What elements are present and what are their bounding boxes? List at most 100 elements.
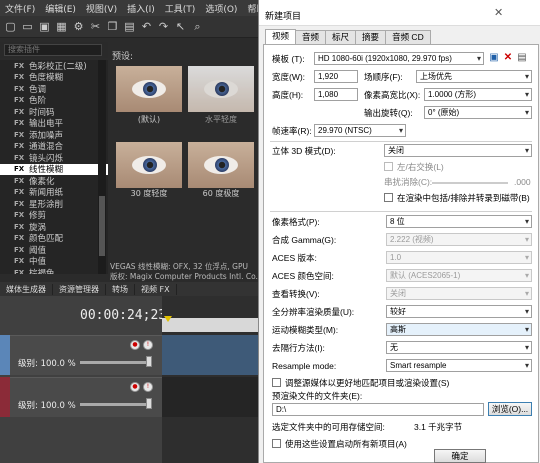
- tab-audio[interactable]: 音频: [295, 30, 327, 44]
- ok-button[interactable]: 确定: [434, 449, 486, 463]
- solo-icon[interactable]: !: [143, 340, 153, 350]
- plugin-search-input[interactable]: 搜索插件: [4, 44, 102, 56]
- save-icon[interactable]: ▣: [38, 20, 51, 33]
- track-level-knob[interactable]: [146, 356, 152, 367]
- track-level-slider[interactable]: [80, 361, 148, 364]
- video-track-lane[interactable]: [162, 377, 260, 417]
- preset-thumbnail[interactable]: [116, 142, 182, 188]
- height-input[interactable]: 1,080: [314, 88, 358, 101]
- fx-list-item[interactable]: FX 中值: [0, 256, 108, 267]
- preset-thumbnail[interactable]: [188, 66, 254, 112]
- frame-rate-select[interactable]: 29.970 (NTSC): [314, 124, 406, 137]
- preset-thumbnail[interactable]: [188, 142, 254, 188]
- fx-list-item[interactable]: FX 输出电平: [0, 118, 108, 129]
- pixel-format-select[interactable]: 8 位: [386, 215, 532, 228]
- open-folder-icon[interactable]: ▭: [21, 20, 34, 33]
- track-level-slider[interactable]: [80, 403, 148, 406]
- paste-icon[interactable]: ▤: [123, 20, 136, 33]
- match-media-icon[interactable]: ▤: [516, 52, 528, 64]
- view-transform-select[interactable]: 关闭: [386, 287, 532, 300]
- fx-list-item[interactable]: FX 时间码: [0, 106, 108, 118]
- tab-transitions[interactable]: 转场: [106, 283, 135, 295]
- delete-template-icon[interactable]: ✕: [502, 52, 514, 64]
- mute-icon[interactable]: ●: [130, 382, 140, 392]
- track-header[interactable]: ● ! 级别: 100.0 %: [10, 377, 162, 417]
- fx-list-item[interactable]: FX 颜色匹配: [0, 233, 108, 244]
- field-order-select[interactable]: 上场优先: [416, 70, 532, 83]
- tab-video[interactable]: 视频: [265, 29, 297, 44]
- stereo-3d-select[interactable]: 关闭: [384, 144, 532, 157]
- fx-list-item[interactable]: FX 色度模糊: [0, 72, 108, 83]
- cut-icon[interactable]: ✂: [89, 20, 102, 33]
- tab-ruler[interactable]: 标尺: [325, 30, 357, 44]
- track-header[interactable]: ● ! 级别: 100.0 %: [10, 335, 162, 375]
- fx-list-item[interactable]: FX 阈值: [0, 244, 108, 256]
- fx-list-item[interactable]: FX 色阶: [0, 95, 108, 106]
- menu-item[interactable]: 插入(I): [122, 2, 160, 15]
- fx-list-item[interactable]: FX 新闻用纸: [0, 187, 108, 198]
- fx-list-item[interactable]: FX 色彩校正(二级): [0, 60, 108, 72]
- timeline-ruler[interactable]: [162, 318, 260, 332]
- aces-color-space-select[interactable]: 默认 (ACES2065-1): [386, 269, 532, 282]
- resample-mode-select[interactable]: Smart resample: [386, 359, 532, 372]
- playhead-marker[interactable]: [164, 316, 172, 322]
- width-input[interactable]: 1,920: [314, 70, 358, 83]
- template-select[interactable]: HD 1080-60i (1920x1080, 29.970 fps): [314, 52, 484, 65]
- motion-blur-select[interactable]: 高斯: [386, 323, 532, 336]
- fx-list-item[interactable]: FX 修剪: [0, 210, 108, 221]
- copy-icon[interactable]: ❐: [106, 20, 119, 33]
- zoom-icon[interactable]: ⌕: [191, 20, 204, 33]
- browse-button[interactable]: 浏览(O)...: [488, 402, 532, 416]
- fx-list-item[interactable]: FX 旋涡: [0, 221, 108, 233]
- tab-audio-cd[interactable]: 音频 CD: [385, 30, 431, 44]
- plugin-info-line1: VEGAS 线性模糊: OFX, 32 位浮点, GPU: [110, 262, 249, 271]
- menu-item[interactable]: 视图(V): [81, 2, 122, 15]
- fx-list-item[interactable]: FX 添加噪声: [0, 129, 108, 141]
- redo-icon[interactable]: ↷: [157, 20, 170, 33]
- deinterlace-select[interactable]: 无: [386, 341, 532, 354]
- fx-list-item[interactable]: FX 色调: [0, 83, 108, 95]
- use-settings-checkbox[interactable]: [272, 439, 281, 448]
- solo-icon[interactable]: !: [143, 382, 153, 392]
- video-track-lane[interactable]: [162, 335, 260, 375]
- menu-item[interactable]: 编辑(E): [40, 2, 81, 15]
- video-track[interactable]: ● ! 级别: 100.0 %: [0, 377, 162, 417]
- gamma-select[interactable]: 2.222 (视频): [386, 233, 532, 246]
- plugin-info-line2: 版权: Magix Computer Products Intl. Co.: [110, 272, 258, 281]
- fx-list-scrollbar[interactable]: [98, 60, 106, 274]
- output-rotation-select[interactable]: 0° (原始): [424, 106, 532, 119]
- include-exclude-checkbox[interactable]: [384, 193, 393, 202]
- track-level-knob[interactable]: [146, 398, 152, 409]
- properties-icon[interactable]: ⚙: [72, 20, 85, 33]
- tab-explorer[interactable]: 资源管理器: [53, 283, 106, 295]
- tab-media-generators[interactable]: 媒体生成器: [0, 283, 53, 295]
- fx-list-item[interactable]: FX 线性模糊: [0, 163, 108, 175]
- tab-summary[interactable]: 摘要: [355, 30, 387, 44]
- tab-video-fx[interactable]: 视频 FX: [135, 283, 177, 295]
- render-quality-select[interactable]: 较好: [386, 305, 532, 318]
- menu-item[interactable]: 工具(T): [160, 2, 201, 15]
- swap-left-right-checkbox[interactable]: [384, 162, 393, 171]
- fx-list-item[interactable]: FX 像素化: [0, 175, 108, 187]
- fx-list-item[interactable]: FX 镜头闪烁: [0, 152, 108, 164]
- preset-thumbnail[interactable]: [116, 66, 182, 112]
- render-icon[interactable]: ▦: [55, 20, 68, 33]
- close-icon[interactable]: ✕: [494, 6, 503, 19]
- fx-list-item[interactable]: FX 棕褐色: [0, 267, 108, 274]
- prerender-folder-input[interactable]: D:\: [272, 403, 484, 416]
- cursor-icon[interactable]: ↖: [174, 20, 187, 33]
- new-file-icon[interactable]: ▢: [4, 20, 17, 33]
- fx-list-item[interactable]: FX 星形涂削: [0, 198, 108, 210]
- crosstalk-slider[interactable]: [432, 182, 508, 184]
- save-template-icon[interactable]: ▣: [488, 52, 500, 64]
- mute-icon[interactable]: ●: [130, 340, 140, 350]
- fx-list-scroll-thumb[interactable]: [99, 196, 105, 256]
- menu-item[interactable]: 选项(O): [200, 2, 242, 15]
- undo-icon[interactable]: ↶: [140, 20, 153, 33]
- adjust-source-checkbox[interactable]: [272, 378, 281, 387]
- video-track[interactable]: ● ! 级别: 100.0 %: [0, 335, 162, 375]
- aces-version-select[interactable]: 1.0: [386, 251, 532, 264]
- fx-list-item[interactable]: FX 通道混合: [0, 141, 108, 152]
- menu-item[interactable]: 文件(F): [0, 2, 40, 15]
- pixel-aspect-select[interactable]: 1.0000 (方形): [424, 88, 532, 101]
